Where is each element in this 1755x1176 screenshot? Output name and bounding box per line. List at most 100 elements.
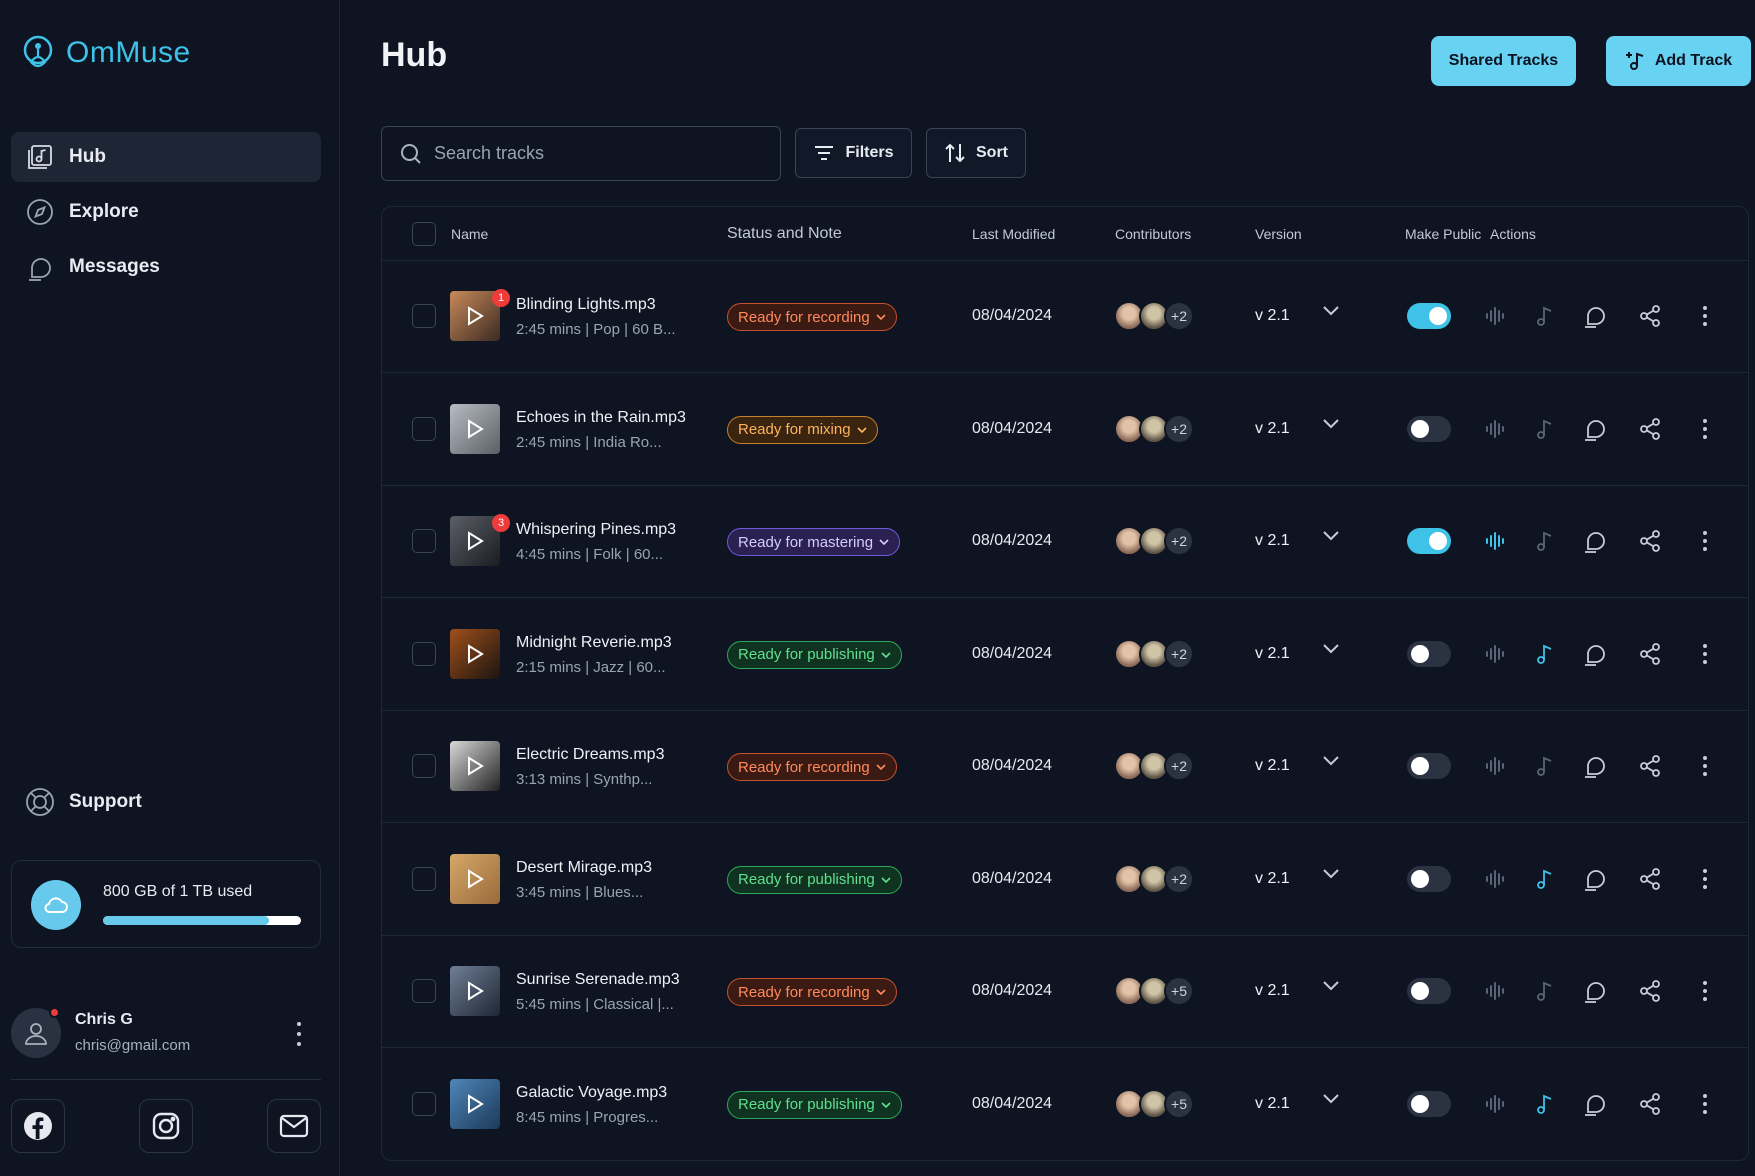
share-button[interactable] <box>1636 415 1664 443</box>
music-note-button[interactable] <box>1531 640 1559 668</box>
status-dropdown[interactable]: Ready for publishing <box>727 640 902 669</box>
sidebar-item-explore[interactable]: Explore <box>11 187 321 237</box>
track-thumbnail[interactable] <box>450 741 500 791</box>
waveform-button[interactable] <box>1481 415 1509 443</box>
add-track-button[interactable]: Add Track <box>1606 36 1751 86</box>
share-button[interactable] <box>1636 865 1664 893</box>
filters-button[interactable]: Filters <box>795 128 912 178</box>
track-name[interactable]: Whispering Pines.mp3 <box>516 521 676 539</box>
comment-button[interactable] <box>1581 1090 1609 1118</box>
music-note-button[interactable] <box>1531 752 1559 780</box>
column-name[interactable]: Name <box>451 226 488 242</box>
share-button[interactable] <box>1636 977 1664 1005</box>
waveform-button[interactable] <box>1481 1090 1509 1118</box>
more-vertical-icon[interactable] <box>1691 1090 1719 1118</box>
track-thumbnail[interactable] <box>450 853 500 904</box>
mail-link[interactable] <box>267 1099 321 1153</box>
instagram-link[interactable] <box>139 1099 193 1153</box>
contributors-group[interactable]: +5 <box>1114 976 1194 1006</box>
version-dropdown[interactable] <box>1322 304 1340 322</box>
row-checkbox[interactable] <box>412 304 436 328</box>
music-note-button[interactable] <box>1531 415 1559 443</box>
table-row[interactable]: 1 Blinding Lights.mp3 2:45 mins | Pop | … <box>382 261 1748 373</box>
waveform-button[interactable] <box>1481 640 1509 668</box>
column-status[interactable]: Status and Note <box>727 225 842 243</box>
status-dropdown[interactable]: Ready for publishing <box>727 1090 902 1119</box>
column-actions[interactable]: Actions <box>1490 226 1536 242</box>
table-row[interactable]: Desert Mirage.mp3 3:45 mins | Blues... R… <box>382 824 1748 936</box>
column-modified[interactable]: Last Modified <box>972 226 1055 242</box>
contributors-group[interactable]: +2 <box>1114 863 1194 894</box>
track-name[interactable]: Sunrise Serenade.mp3 <box>516 971 680 989</box>
more-vertical-icon[interactable] <box>1691 527 1719 555</box>
status-dropdown[interactable]: Ready for recording <box>727 303 897 331</box>
column-contributors[interactable]: Contributors <box>1115 226 1191 242</box>
search-input[interactable] <box>434 143 754 164</box>
share-button[interactable] <box>1636 302 1664 330</box>
make-public-toggle[interactable] <box>1407 415 1451 442</box>
row-checkbox[interactable] <box>412 866 436 891</box>
music-note-button[interactable] <box>1531 865 1559 893</box>
music-note-button[interactable] <box>1531 1090 1559 1118</box>
more-vertical-icon[interactable] <box>1691 640 1719 668</box>
track-thumbnail[interactable] <box>450 1078 500 1129</box>
music-note-button[interactable] <box>1531 302 1559 330</box>
sidebar-item-support[interactable]: Support <box>25 787 142 817</box>
comment-button[interactable] <box>1581 865 1609 893</box>
version-dropdown[interactable] <box>1322 867 1340 885</box>
status-dropdown[interactable]: Ready for recording <box>727 978 897 1006</box>
waveform-button[interactable] <box>1481 865 1509 893</box>
contributors-group[interactable]: +2 <box>1114 526 1194 556</box>
row-checkbox[interactable] <box>412 754 436 778</box>
make-public-toggle[interactable] <box>1407 978 1451 1004</box>
share-button[interactable] <box>1636 752 1664 780</box>
shared-tracks-button[interactable]: Shared Tracks <box>1431 36 1576 86</box>
row-checkbox[interactable] <box>412 416 436 441</box>
contributors-group[interactable]: +2 <box>1114 638 1194 669</box>
make-public-toggle[interactable] <box>1407 1090 1451 1117</box>
comment-button[interactable] <box>1581 302 1609 330</box>
more-vertical-icon[interactable] <box>1691 865 1719 893</box>
contributors-group[interactable]: +2 <box>1114 301 1194 331</box>
track-name[interactable]: Echoes in the Rain.mp3 <box>516 409 686 427</box>
row-checkbox[interactable] <box>412 529 436 553</box>
version-dropdown[interactable] <box>1322 754 1340 772</box>
status-dropdown[interactable]: Ready for publishing <box>727 865 902 894</box>
table-row[interactable]: Sunrise Serenade.mp3 5:45 mins | Classic… <box>382 936 1748 1048</box>
track-name[interactable]: Desert Mirage.mp3 <box>516 859 652 877</box>
contributors-group[interactable]: +2 <box>1114 413 1194 444</box>
music-note-button[interactable] <box>1531 977 1559 1005</box>
table-row[interactable]: Electric Dreams.mp3 3:13 mins | Synthp..… <box>382 711 1748 823</box>
waveform-button[interactable] <box>1481 752 1509 780</box>
share-button[interactable] <box>1636 640 1664 668</box>
row-checkbox[interactable] <box>412 641 436 666</box>
row-checkbox[interactable] <box>412 1091 436 1116</box>
status-dropdown[interactable]: Ready for mastering <box>727 528 901 556</box>
track-name[interactable]: Midnight Reverie.mp3 <box>516 634 672 652</box>
track-thumbnail[interactable] <box>450 403 500 454</box>
make-public-toggle[interactable] <box>1407 753 1451 779</box>
logo[interactable]: OmMuse <box>20 34 191 72</box>
table-row[interactable]: Galactic Voyage.mp3 8:45 mins | Progres.… <box>382 1049 1748 1160</box>
track-name[interactable]: Blinding Lights.mp3 <box>516 296 656 314</box>
more-vertical-icon[interactable] <box>291 1022 307 1046</box>
make-public-toggle[interactable] <box>1407 528 1451 554</box>
sidebar-item-messages[interactable]: Messages <box>11 242 321 292</box>
version-dropdown[interactable] <box>1322 1092 1340 1110</box>
track-name[interactable]: Electric Dreams.mp3 <box>516 746 664 764</box>
contributors-group[interactable]: +2 <box>1114 751 1194 781</box>
waveform-button[interactable] <box>1481 527 1509 555</box>
track-name[interactable]: Galactic Voyage.mp3 <box>516 1084 667 1102</box>
more-vertical-icon[interactable] <box>1691 752 1719 780</box>
sort-button[interactable]: Sort <box>926 128 1026 178</box>
version-dropdown[interactable] <box>1322 642 1340 660</box>
version-dropdown[interactable] <box>1322 979 1340 997</box>
comment-button[interactable] <box>1581 977 1609 1005</box>
contributors-group[interactable]: +5 <box>1114 1088 1194 1119</box>
select-all-checkbox[interactable] <box>412 222 436 246</box>
share-button[interactable] <box>1636 527 1664 555</box>
column-public[interactable]: Make Public <box>1405 226 1481 242</box>
sidebar-item-hub[interactable]: Hub <box>11 132 321 182</box>
comment-button[interactable] <box>1581 640 1609 668</box>
track-thumbnail[interactable] <box>450 628 500 679</box>
